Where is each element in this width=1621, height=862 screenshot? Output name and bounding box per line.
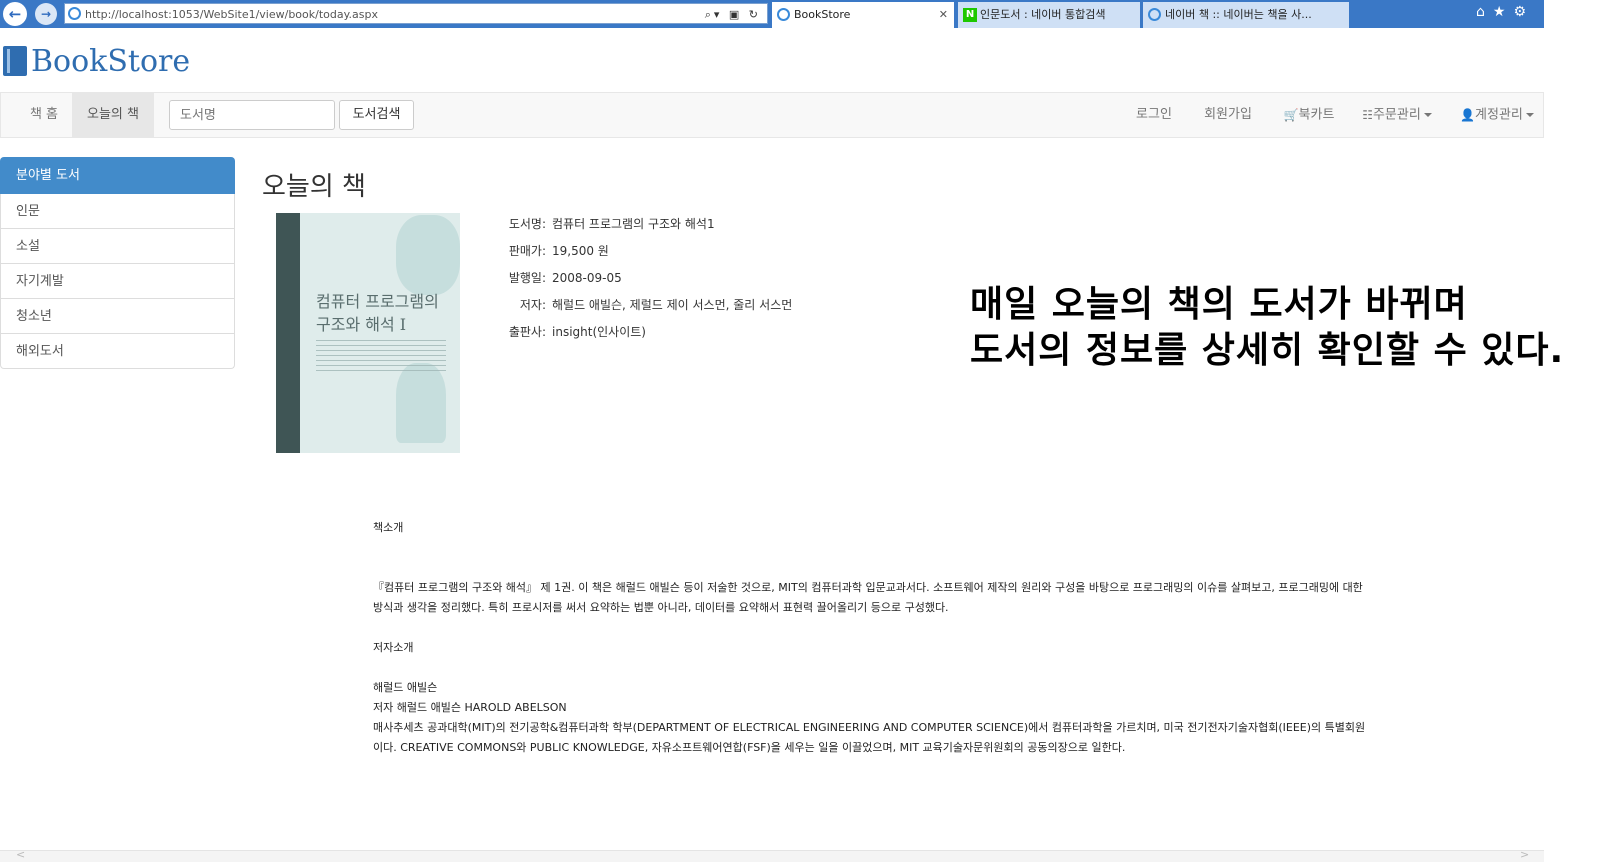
book-icon (3, 46, 27, 76)
browser-toolbar: ← → http://localhost:1053/WebSite1/view/… (0, 0, 1544, 28)
info-row-publisher: 출판사: insight(인사이트) (494, 322, 792, 349)
nav-cart-label: 북카트 (1298, 107, 1335, 123)
annotation-line: 매일 오늘의 책의 도서가 바뀌며 (970, 284, 1468, 325)
info-value: 해럴드 애빌슨, 제럴드 제이 서스먼, 줄리 서스먼 (552, 298, 793, 312)
nav-signup[interactable]: 회원가입 (1197, 93, 1259, 137)
browser-tools: ⌂★⚙ (1476, 4, 1534, 20)
tab-label: BookStore (794, 8, 851, 21)
cover-text-lines (316, 340, 446, 372)
sidebar-item-humanities[interactable]: 인문 (0, 194, 235, 229)
browser-tab-naver-search[interactable]: N 인문도서 : 네이버 통합검색 (958, 2, 1140, 28)
nav-account-dropdown[interactable]: 👤계정관리 (1455, 93, 1539, 137)
nav-book-home[interactable]: 책 홈 (16, 93, 72, 137)
sidebar-item-youth[interactable]: 청소년 (0, 299, 235, 334)
naver-icon: N (963, 8, 977, 22)
info-label: 도서명: (508, 217, 546, 231)
author-bio: 매사추세츠 공과대학(MIT)의 전기공학&컴퓨터과학 학부(DEPARTMEN… (373, 721, 1366, 754)
user-icon: 👤 (1460, 108, 1476, 122)
annotation-caption: 매일 오늘의 책의 도서가 바뀌며 도서의 정보를 상세히 확인할 수 있다. (970, 282, 1564, 374)
info-value: 2008-09-05 (552, 271, 622, 285)
forward-icon[interactable]: → (35, 3, 57, 25)
brand-name: BookStore (31, 44, 191, 79)
tab-label: 네이버 책 :: 네이버는 책을 사... (1165, 8, 1312, 21)
ie-tab-icon (1148, 8, 1161, 21)
cover-illustration (396, 215, 460, 295)
info-label: 판매가: (508, 244, 546, 258)
nav-login[interactable]: 로그인 (1129, 93, 1179, 137)
book-description: 책소개 『컴퓨터 프로그램의 구조와 해석』 제 1권. 이 책은 해럴드 애빌… (373, 518, 1368, 758)
scroll-left-icon[interactable]: < (16, 848, 25, 861)
info-value: 19,500 원 (552, 244, 609, 258)
ie-page-icon (68, 7, 81, 20)
info-label: 발행일: (508, 271, 546, 285)
info-label: 출판사: (508, 325, 546, 339)
settings-gear-icon[interactable]: ⚙ (1513, 4, 1534, 20)
intro-text: 『컴퓨터 프로그램의 구조와 해석』 제 1권. 이 책은 해럴드 애빌슨 등이… (373, 581, 1363, 614)
ie-tab-icon (777, 8, 790, 21)
book-search-button[interactable]: 도서검색 (339, 100, 414, 130)
info-row-price: 판매가: 19,500 원 (494, 241, 792, 268)
list-icon: ☷ (1362, 108, 1373, 122)
cover-spine (276, 213, 300, 453)
cover-illustration (396, 363, 446, 443)
browser-tab-naver-book[interactable]: 네이버 책 :: 네이버는 책을 사... (1143, 2, 1349, 28)
address-url: http://localhost:1053/WebSite1/view/book… (85, 8, 379, 21)
author-line: 저자 해럴드 애빌슨 HAROLD ABELSON (373, 701, 567, 714)
info-row-date: 발행일: 2008-09-05 (494, 268, 792, 295)
cart-icon: 🛒 (1283, 108, 1299, 122)
annotation-line: 도서의 정보를 상세히 확인할 수 있다. (970, 330, 1565, 371)
info-value: insight(인사이트) (552, 325, 646, 339)
close-tab-icon[interactable]: ✕ (939, 2, 948, 28)
info-value: 컴퓨터 프로그램의 구조와 해석1 (552, 217, 715, 231)
favorites-star-icon[interactable]: ★ (1493, 4, 1514, 20)
tab-label: 인문도서 : 네이버 통합검색 (980, 8, 1106, 21)
book-cover-image[interactable]: 컴퓨터 프로그램의 구조와 해석 I (276, 213, 460, 453)
info-row-author: 저자: 해럴드 애빌슨, 제럴드 제이 서스먼, 줄리 서스먼 (494, 295, 792, 322)
caret-down-icon (1423, 113, 1432, 117)
browser-tab-bookstore[interactable]: BookStore ✕ (772, 2, 954, 28)
page-title: 오늘의 책 (262, 172, 366, 202)
category-sidebar: 분야별 도서 인문 소설 자기계발 청소년 해외도서 (0, 157, 235, 369)
nav-today-book[interactable]: 오늘의 책 (72, 93, 154, 137)
cover-title: 컴퓨터 프로그램의 구조와 해석 I (316, 292, 439, 334)
sidebar-item-self-development[interactable]: 자기계발 (0, 264, 235, 299)
main-navbar: 책 홈 오늘의 책 도서검색 로그인 회원가입 🛒북카트 ☷주문관리 👤계정관리 (0, 92, 1544, 138)
book-info: 도서명: 컴퓨터 프로그램의 구조와 해석1 판매가: 19,500 원 발행일: 2… (494, 214, 792, 349)
nav-orders-dropdown[interactable]: ☷주문관리 (1356, 93, 1438, 137)
sidebar-item-novel[interactable]: 소설 (0, 229, 235, 264)
nav-orders-label: 주문관리 (1372, 107, 1421, 123)
caret-down-icon (1525, 113, 1534, 117)
sidebar-header-category[interactable]: 분야별 도서 (0, 157, 235, 194)
home-icon[interactable]: ⌂ (1476, 4, 1493, 20)
horizontal-scrollbar[interactable]: < > (0, 848, 1544, 862)
back-icon[interactable]: ← (3, 2, 27, 26)
scroll-right-icon[interactable]: > (1520, 848, 1529, 861)
nav-cart[interactable]: 🛒북카트 (1273, 93, 1345, 137)
info-label: 저자: (519, 298, 546, 312)
sidebar-item-foreign-books[interactable]: 해외도서 (0, 334, 235, 369)
nav-account-label: 계정관리 (1475, 107, 1523, 123)
intro-heading: 책소개 (373, 521, 404, 534)
address-tools-icon[interactable]: ⌕▾ ▣ ↻ (705, 4, 761, 25)
address-bar[interactable]: http://localhost:1053/WebSite1/view/book… (64, 3, 768, 24)
info-row-title: 도서명: 컴퓨터 프로그램의 구조와 해석1 (494, 214, 792, 241)
author-name: 해럴드 애빌슨 (373, 681, 438, 694)
author-heading: 저자소개 (373, 641, 414, 654)
book-search-input[interactable] (169, 100, 335, 130)
